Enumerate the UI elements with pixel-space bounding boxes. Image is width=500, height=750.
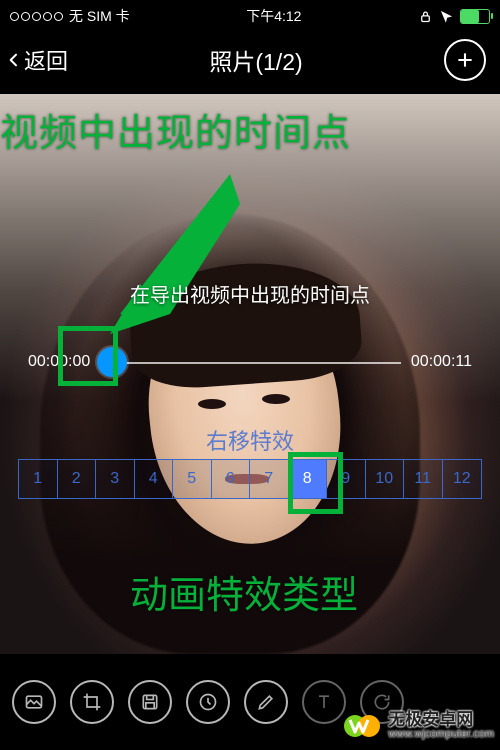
time-start: 00:00:00 — [28, 353, 90, 371]
signal-icon — [10, 12, 63, 21]
timeline-track[interactable] — [100, 344, 401, 380]
effect-option-10[interactable]: 10 — [366, 460, 405, 498]
nav-bar: 返回 照片(1/2) — [0, 28, 500, 94]
edit-icon — [256, 692, 276, 712]
carrier-label: 无 SIM 卡 — [69, 6, 130, 26]
bottom-toolbar: 无极安卓网 www.wjcomputer.com — [0, 674, 500, 750]
page-title: 照片(1/2) — [68, 43, 444, 77]
effect-option-6[interactable]: 6 — [212, 460, 251, 498]
effect-option-9[interactable]: 9 — [327, 460, 366, 498]
watermark-url: www.wjcomputer.com — [388, 729, 494, 741]
chevron-left-icon — [6, 46, 22, 74]
effect-option-7[interactable]: 7 — [250, 460, 289, 498]
lock-icon — [418, 9, 433, 24]
effect-option-1[interactable]: 1 — [19, 460, 58, 498]
text-icon — [314, 692, 334, 712]
crop-icon — [82, 692, 102, 712]
effect-option-4[interactable]: 4 — [135, 460, 174, 498]
timeline-thumb[interactable] — [97, 347, 127, 377]
effect-name-label: 右移特效 — [0, 424, 500, 456]
plus-icon — [455, 50, 475, 70]
save-button[interactable] — [128, 680, 172, 724]
annotation-top: 视频中出现的时间点 — [0, 102, 351, 157]
effect-option-5[interactable]: 5 — [173, 460, 212, 498]
image-button[interactable] — [12, 680, 56, 724]
time-end: 00:00:11 — [411, 353, 472, 371]
watermark-logo-icon — [342, 706, 382, 746]
timepoint-hint: 在导出视频中出现的时间点 — [0, 279, 500, 308]
battery-icon — [460, 9, 490, 24]
effect-option-11[interactable]: 11 — [404, 460, 443, 498]
effect-option-3[interactable]: 3 — [96, 460, 135, 498]
status-time: 下午4:12 — [246, 6, 301, 26]
save-icon — [140, 692, 160, 712]
crop-button[interactable] — [70, 680, 114, 724]
timing-button[interactable] — [186, 680, 230, 724]
clock-icon — [198, 692, 218, 712]
effect-option-12[interactable]: 12 — [443, 460, 482, 498]
text-button[interactable] — [302, 680, 346, 724]
effect-option-2[interactable]: 2 — [58, 460, 97, 498]
effect-selector[interactable]: 123456789101112 — [18, 459, 482, 499]
watermark: 无极安卓网 www.wjcomputer.com — [342, 706, 494, 746]
location-icon — [439, 9, 454, 24]
back-label: 返回 — [24, 44, 68, 76]
draw-button[interactable] — [244, 680, 288, 724]
annotation-bottom: 动画特效类型 — [130, 564, 358, 619]
photo-editor: 视频中出现的时间点 在导出视频中出现的时间点 00:00:00 00:00:11… — [0, 94, 500, 654]
back-button[interactable]: 返回 — [6, 44, 68, 76]
image-icon — [24, 692, 44, 712]
watermark-title: 无极安卓网 — [388, 711, 494, 729]
add-button[interactable] — [444, 39, 486, 81]
effect-option-8[interactable]: 8 — [289, 460, 328, 498]
timeline: 00:00:00 00:00:11 — [0, 344, 500, 380]
status-bar: 无 SIM 卡 下午4:12 — [0, 0, 500, 28]
